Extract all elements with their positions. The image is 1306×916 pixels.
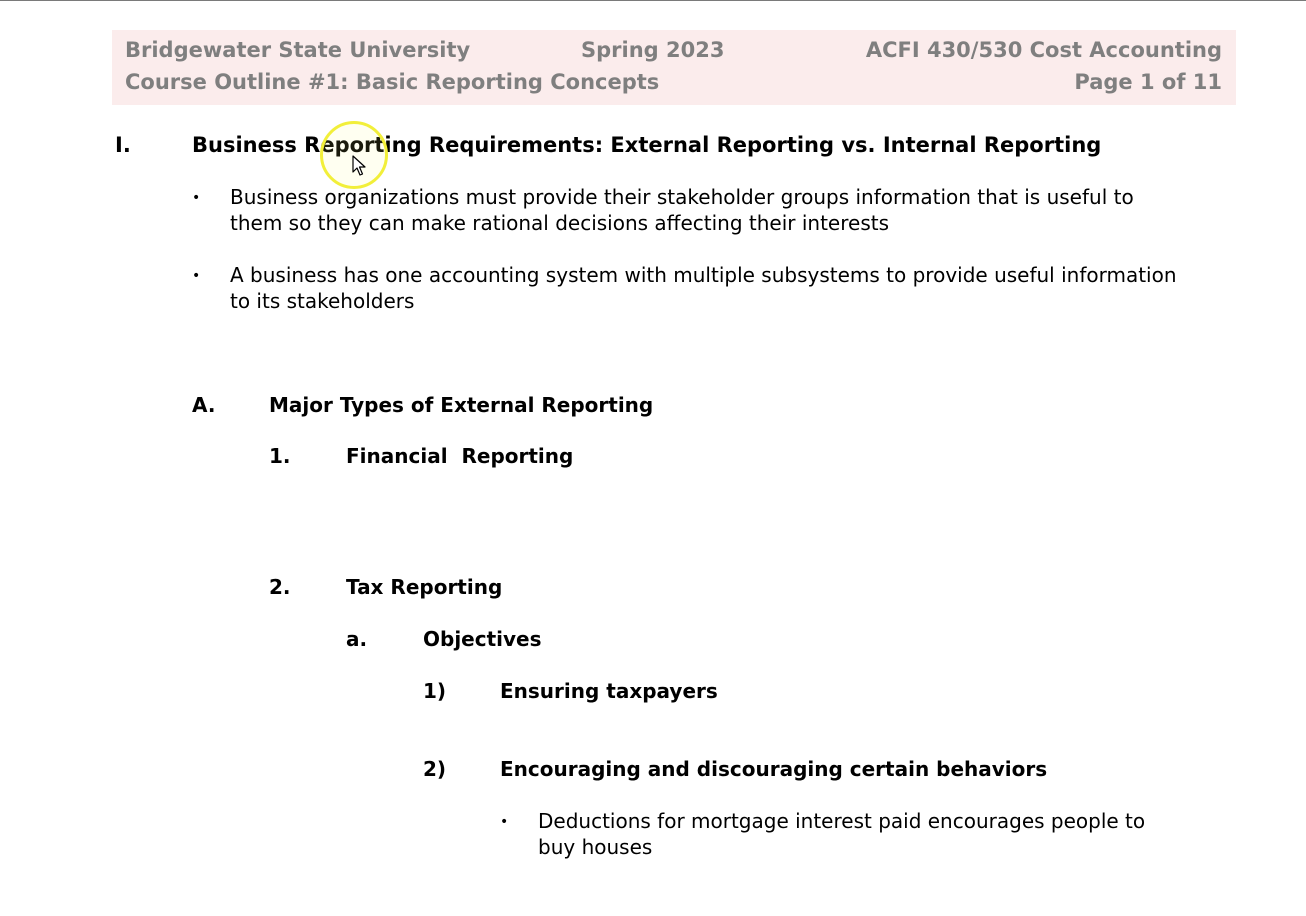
subitem-letter: a. [346, 627, 368, 651]
subitem-title: Objectives [423, 627, 542, 651]
section-number: I. [115, 133, 131, 157]
subsubitem-title: Encouraging and discouraging certain beh… [500, 757, 1048, 781]
bullet-text-line: A business has one accounting system wit… [230, 263, 1177, 287]
bullet-text-line: Business organizations must provide thei… [230, 185, 1134, 209]
document-header: Bridgewater State University Spring 2023… [112, 30, 1236, 105]
bullet-text-line: Deductions for mortgage interest paid en… [538, 809, 1146, 833]
item-title: Tax Reporting [346, 575, 503, 599]
subsubitem-number: 2) [423, 757, 447, 781]
item-number: 2. [269, 575, 291, 599]
item-title: Financial Reporting [346, 444, 574, 468]
window-top-border [0, 0, 1306, 1]
header-page-number: Page 1 of 11 [1074, 70, 1222, 94]
subsection-title: Major Types of External Reporting [269, 393, 654, 417]
bullet-marker: • [192, 268, 201, 284]
bullet-marker: • [500, 814, 509, 830]
subsubitem-number: 1) [423, 679, 447, 703]
bullet-text-line: buy houses [538, 835, 653, 859]
subsubitem-title: Ensuring taxpayers [500, 679, 718, 703]
header-university: Bridgewater State University [125, 38, 471, 62]
mouse-pointer-icon [352, 155, 366, 176]
bullet-marker: • [192, 190, 201, 206]
header-outline-title: Course Outline #1: Basic Reporting Conce… [125, 70, 660, 94]
bullet-text-line: them so they can make rational decisions… [230, 211, 889, 235]
header-course: ACFI 430/530 Cost Accounting [865, 38, 1222, 62]
item-number: 1. [269, 444, 291, 468]
subsection-number: A. [192, 393, 216, 417]
bullet-text-line: to its stakeholders [230, 289, 415, 313]
header-term: Spring 2023 [581, 38, 725, 62]
